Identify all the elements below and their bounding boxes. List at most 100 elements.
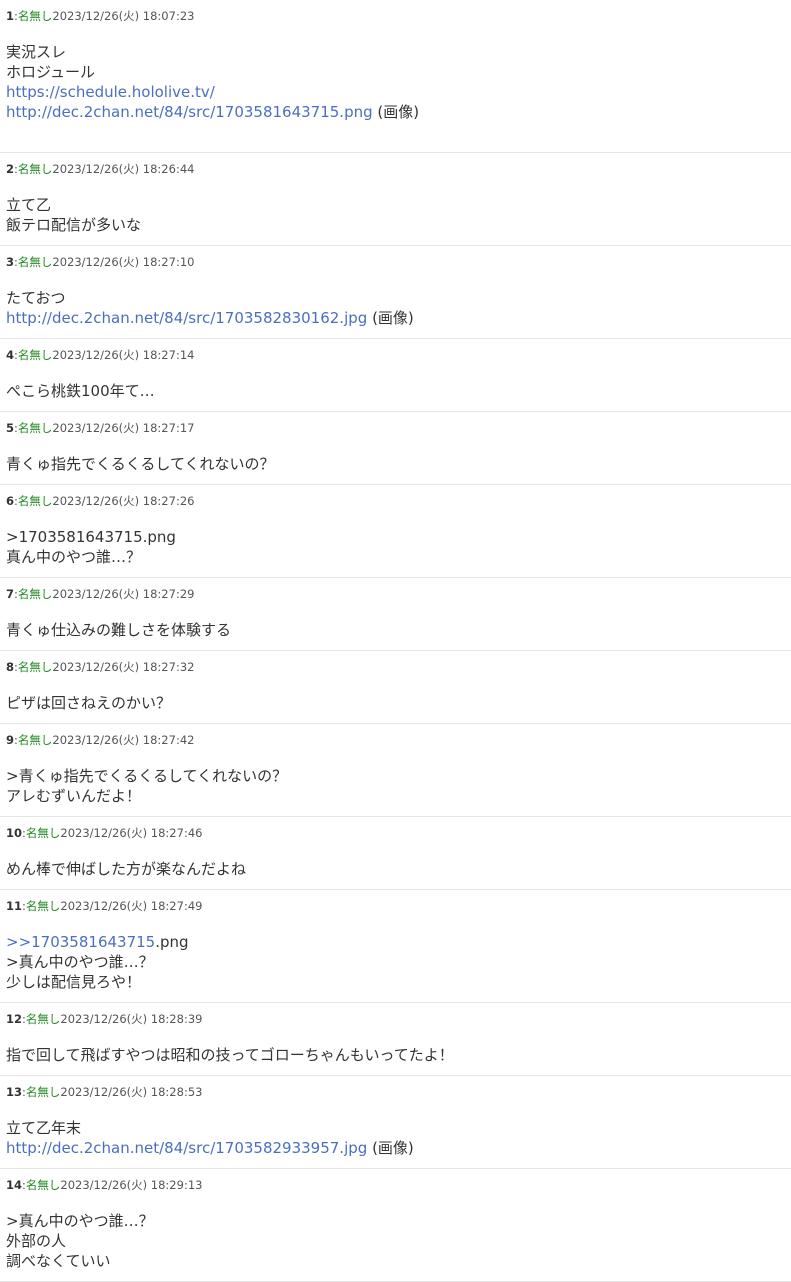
image-tag: (画像) bbox=[367, 309, 414, 327]
post-header: 5:名無し2023/12/26(火) 18:27:17 bbox=[6, 420, 785, 436]
post: 7:名無し2023/12/26(火) 18:27:29 青くゅ仕込みの難しさを体験… bbox=[0, 578, 791, 651]
post-line: 青くゅ仕込みの難しさを体験する bbox=[6, 621, 232, 639]
post-body: めん棒で伸ばした方が楽なんだよね bbox=[6, 859, 785, 879]
post-timestamp: 2023/12/26(火) 18:26:44 bbox=[52, 162, 195, 176]
post-header: 8:名無し2023/12/26(火) 18:27:32 bbox=[6, 659, 785, 675]
post: 9:名無し2023/12/26(火) 18:27:42 >青くゅ指先でくるくるして… bbox=[0, 724, 791, 817]
image-link[interactable]: http://dec.2chan.net/84/src/170358164371… bbox=[6, 103, 373, 121]
post-line: >>1703581643715.png bbox=[6, 932, 785, 952]
post: 5:名無し2023/12/26(火) 18:27:17 青くゅ指先でくるくるしてく… bbox=[0, 412, 791, 485]
post-line: 立て乙年末 bbox=[6, 1119, 82, 1137]
post-line: >青くゅ指先でくるくるしてくれないの？ bbox=[6, 767, 288, 785]
post: 11:名無し2023/12/26(火) 18:27:49 >>1703581643… bbox=[0, 890, 791, 1003]
post: 12:名無し2023/12/26(火) 18:28:39 指で回して飛ばすやつは昭… bbox=[0, 1003, 791, 1076]
post-header: 14:名無し2023/12/26(火) 18:29:13 bbox=[6, 1177, 785, 1193]
post-line: http://dec.2chan.net/84/src/170358164371… bbox=[6, 102, 785, 122]
post-line: ピザは回さねえのかい？ bbox=[6, 694, 172, 712]
post-author-name: 名無し bbox=[17, 9, 53, 23]
post-header: 13:名無し2023/12/26(火) 18:28:53 bbox=[6, 1084, 785, 1100]
post-body: 青くゅ仕込みの難しさを体験する bbox=[6, 620, 785, 640]
quote-reply-link[interactable]: >>1703581643715 bbox=[6, 933, 155, 951]
post-line: ホロジュール bbox=[6, 63, 95, 81]
post: 4:名無し2023/12/26(火) 18:27:14 ぺこら桃鉄100年て… bbox=[0, 339, 791, 412]
post: 6:名無し2023/12/26(火) 18:27:26 >170358164371… bbox=[0, 485, 791, 578]
image-tag: (画像) bbox=[372, 103, 420, 121]
post-author-name: 名無し bbox=[17, 587, 53, 601]
post-timestamp: 2023/12/26(火) 18:27:49 bbox=[60, 899, 203, 913]
post-line: 実況スレ bbox=[6, 43, 67, 61]
post-number[interactable]: 8 bbox=[6, 660, 14, 674]
post-author-name: 名無し bbox=[25, 1085, 61, 1099]
post-number[interactable]: 3 bbox=[6, 255, 14, 269]
url-link[interactable]: https://schedule.hololive.tv/ bbox=[6, 83, 215, 101]
post-body: 立て乙 飯テロ配信が多いな bbox=[6, 195, 785, 235]
post-number[interactable]: 6 bbox=[6, 494, 14, 508]
image-tag: (画像) bbox=[367, 1139, 414, 1157]
post-author-name: 名無し bbox=[17, 494, 53, 508]
post-timestamp: 2023/12/26(火) 18:27:26 bbox=[52, 494, 195, 508]
post-number[interactable]: 11 bbox=[6, 899, 22, 913]
post-author-name: 名無し bbox=[17, 348, 53, 362]
post-number[interactable]: 2 bbox=[6, 162, 14, 176]
post: 2:名無し2023/12/26(火) 18:26:44 立て乙 飯テロ配信が多いな bbox=[0, 153, 791, 246]
post-author-name: 名無し bbox=[25, 826, 61, 840]
post-line: 立て乙 bbox=[6, 196, 52, 214]
post-body: 青くゅ指先でくるくるしてくれないの？ bbox=[6, 454, 785, 474]
post-number[interactable]: 12 bbox=[6, 1012, 22, 1026]
post-number[interactable]: 5 bbox=[6, 421, 14, 435]
post-author-name: 名無し bbox=[25, 1178, 61, 1192]
post-author-name: 名無し bbox=[17, 660, 53, 674]
post-line: 外部の人 bbox=[6, 1232, 67, 1250]
post-timestamp: 2023/12/26(火) 18:07:23 bbox=[52, 9, 195, 23]
post: 14:名無し2023/12/26(火) 18:29:13 >真ん中のやつ誰…？ 外部… bbox=[0, 1169, 791, 1282]
post: 10:名無し2023/12/26(火) 18:27:46 めん棒で伸ばした方が楽な… bbox=[0, 817, 791, 890]
post: 3:名無し2023/12/26(火) 18:27:10 たておつ http://de… bbox=[0, 246, 791, 339]
post-number[interactable]: 14 bbox=[6, 1178, 22, 1192]
image-link[interactable]: http://dec.2chan.net/84/src/170358283016… bbox=[6, 309, 367, 327]
post-timestamp: 2023/12/26(火) 18:27:17 bbox=[52, 421, 195, 435]
post-timestamp: 2023/12/26(火) 18:27:46 bbox=[60, 826, 203, 840]
post-header: 3:名無し2023/12/26(火) 18:27:10 bbox=[6, 254, 785, 270]
post-timestamp: 2023/12/26(火) 18:29:13 bbox=[60, 1178, 203, 1192]
post-line: 少しは配信見ろや！ bbox=[6, 973, 142, 991]
post-line: 調べなくていい bbox=[6, 1252, 111, 1270]
post-timestamp: 2023/12/26(火) 18:28:39 bbox=[60, 1012, 203, 1026]
post-number[interactable]: 10 bbox=[6, 826, 22, 840]
post-body: 立て乙年末 http://dec.2chan.net/84/src/1703582… bbox=[6, 1118, 785, 1158]
post-author-name: 名無し bbox=[17, 421, 53, 435]
post-header: 11:名無し2023/12/26(火) 18:27:49 bbox=[6, 898, 785, 914]
post-body: 指で回して飛ばすやつは昭和の技ってゴローちゃんもいってたよ！ bbox=[6, 1045, 785, 1065]
post-author-name: 名無し bbox=[17, 733, 53, 747]
post-number[interactable]: 7 bbox=[6, 587, 14, 601]
post-author-name: 名無し bbox=[17, 255, 53, 269]
post-header: 9:名無し2023/12/26(火) 18:27:42 bbox=[6, 732, 785, 748]
post-body: >青くゅ指先でくるくるしてくれないの？ アレむずいんだよ！ bbox=[6, 766, 785, 806]
post-line: アレむずいんだよ！ bbox=[6, 787, 142, 805]
post-line: ぺこら桃鉄100年て… bbox=[6, 382, 155, 400]
post-body: ぺこら桃鉄100年て… bbox=[6, 381, 785, 401]
post-header: 2:名無し2023/12/26(火) 18:26:44 bbox=[6, 161, 785, 177]
post-author-name: 名無し bbox=[17, 162, 53, 176]
post-number[interactable]: 9 bbox=[6, 733, 14, 747]
post-number[interactable]: 4 bbox=[6, 348, 14, 362]
post-body: ピザは回さねえのかい？ bbox=[6, 693, 785, 713]
post-header: 6:名無し2023/12/26(火) 18:27:26 bbox=[6, 493, 785, 509]
post-line: たておつ bbox=[6, 289, 66, 307]
post-line: http://dec.2chan.net/84/src/170358283016… bbox=[6, 308, 785, 328]
post-body: >真ん中のやつ誰…？ 外部の人調べなくていい bbox=[6, 1211, 785, 1271]
post-header: 12:名無し2023/12/26(火) 18:28:39 bbox=[6, 1011, 785, 1027]
post-author-name: 名無し bbox=[25, 899, 61, 913]
post-body: 実況スレホロジュール https://schedule.hololive.tv/h… bbox=[6, 42, 785, 122]
post-number[interactable]: 1 bbox=[6, 9, 14, 23]
post: 1:名無し2023/12/26(火) 18:07:23 実況スレ ホロジュール htt… bbox=[0, 0, 791, 153]
post-header: 7:名無し2023/12/26(火) 18:27:29 bbox=[6, 586, 785, 602]
post-timestamp: 2023/12/26(火) 18:27:29 bbox=[52, 587, 195, 601]
post-line: >真ん中のやつ誰…？ bbox=[6, 1212, 154, 1230]
post-number[interactable]: 13 bbox=[6, 1085, 22, 1099]
post-line: >真ん中のやつ誰…？ bbox=[6, 953, 154, 971]
thread-post-list: 1:名無し2023/12/26(火) 18:07:23 実況スレ ホロジュール htt… bbox=[0, 0, 791, 1282]
image-link[interactable]: http://dec.2chan.net/84/src/170358293395… bbox=[6, 1139, 367, 1157]
post-timestamp: 2023/12/26(火) 18:27:10 bbox=[52, 255, 195, 269]
post-author-name: 名無し bbox=[25, 1012, 61, 1026]
post-header: 4:名無し2023/12/26(火) 18:27:14 bbox=[6, 347, 785, 363]
